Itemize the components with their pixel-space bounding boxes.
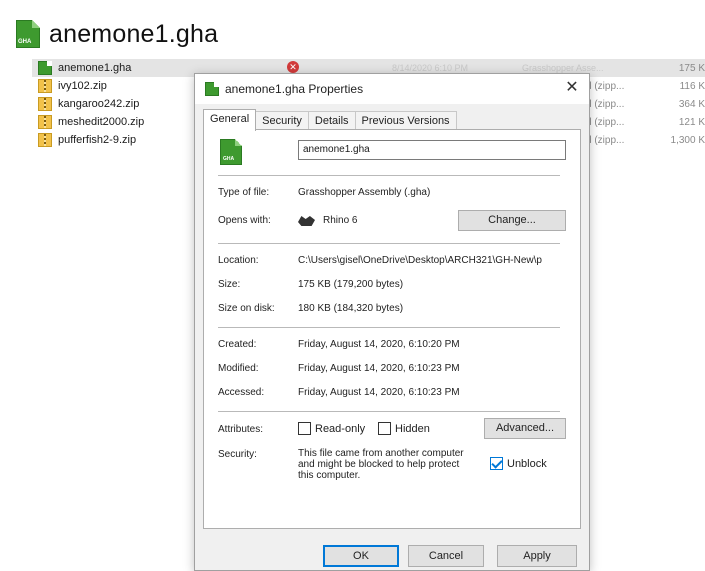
zip-folder-icon	[38, 133, 52, 147]
change-button[interactable]: Change...	[458, 210, 566, 231]
file-name: meshedit2000.zip	[58, 116, 145, 128]
size-on-disk-value: 180 KB (184,320 bytes)	[298, 303, 404, 314]
accessed-label: Accessed:	[218, 387, 265, 398]
file-size: 175 K	[678, 62, 705, 74]
grasshopper-file-icon: GHA	[16, 20, 40, 48]
size-value: 175 KB (179,200 bytes)	[298, 279, 404, 290]
opens-with-value: Rhino 6	[323, 215, 358, 226]
divider	[218, 411, 560, 412]
file-date: 8/14/2020 6:10 PM	[392, 63, 469, 73]
tab-security[interactable]: Security	[255, 111, 309, 130]
security-label: Security:	[218, 449, 257, 460]
checkbox-box[interactable]	[298, 422, 311, 435]
created-value: Friday, August 14, 2020, 6:10:20 PM	[298, 339, 460, 350]
modified-value: Friday, August 14, 2020, 6:10:23 PM	[298, 363, 460, 374]
file-size: 121 K	[678, 116, 705, 128]
divider	[218, 243, 560, 244]
gha-file-icon	[205, 82, 219, 96]
file-type: d (zipp...	[586, 134, 625, 146]
dialog-titlebar[interactable]: anemone1.gha Properties ✕	[195, 74, 589, 104]
file-name: anemone1.gha	[58, 62, 132, 74]
file-type: Grasshopper Asse...	[522, 63, 604, 73]
hidden-label: Hidden	[395, 422, 430, 435]
security-message: This file came from another computer and…	[298, 448, 464, 481]
modified-label: Modified:	[218, 363, 259, 374]
unblock-checkbox[interactable]: Unblock	[490, 457, 547, 470]
cancel-button[interactable]: Cancel	[408, 545, 484, 567]
grasshopper-file-icon: GHA	[220, 139, 242, 165]
security-line-1: This file came from another computer	[298, 448, 464, 459]
file-size: 1,300 K	[670, 134, 705, 146]
size-label: Size:	[218, 279, 241, 290]
zip-folder-icon	[38, 115, 52, 129]
type-value: Grasshopper Assembly (.gha)	[298, 187, 431, 198]
tab-details[interactable]: Details	[307, 111, 356, 130]
security-line-2: and might be blocked to help protect	[298, 459, 460, 470]
file-header: GHA anemone1.gha	[16, 17, 218, 51]
header-title: anemone1.gha	[49, 19, 219, 48]
location-value: C:\Users\gisel\OneDrive\Desktop\ARCH321\…	[298, 255, 542, 266]
size-on-disk-label: Size on disk:	[218, 303, 275, 314]
file-size: 116 K	[679, 80, 705, 92]
properties-dialog: anemone1.gha Properties ✕ General Securi…	[194, 73, 590, 571]
hidden-checkbox[interactable]: Hidden	[378, 422, 430, 435]
zip-folder-icon	[38, 97, 52, 111]
accessed-value: Friday, August 14, 2020, 6:10:23 PM	[298, 387, 460, 398]
tab-general[interactable]: General	[203, 109, 257, 131]
dialog-title: anemone1.gha Properties	[225, 82, 364, 96]
divider	[218, 327, 560, 328]
error-icon: ✕	[287, 61, 299, 73]
gha-file-icon	[38, 61, 52, 75]
file-name: kangaroo242.zip	[58, 98, 140, 110]
security-line-3: this computer.	[298, 470, 361, 481]
location-label: Location:	[218, 255, 259, 266]
advanced-button[interactable]: Advanced...	[484, 418, 566, 439]
checkbox-box[interactable]	[490, 457, 503, 470]
checkbox-box[interactable]	[378, 422, 391, 435]
tab-strip: General Security Details Previous Versio…	[203, 109, 457, 131]
filename-field[interactable]: anemone1.gha	[298, 140, 566, 160]
zip-folder-icon	[38, 79, 52, 93]
attributes-label: Attributes:	[218, 424, 264, 435]
type-label: Type of file:	[218, 187, 270, 198]
file-type: d (zipp...	[586, 116, 625, 128]
file-type: d (zipp...	[586, 80, 625, 92]
opens-with-label: Opens with:	[218, 215, 271, 226]
close-button[interactable]: ✕	[555, 74, 589, 104]
divider	[218, 175, 560, 176]
ok-button[interactable]: OK	[323, 545, 399, 567]
file-name: pufferfish2-9.zip	[58, 134, 137, 146]
file-type: d (zipp...	[586, 98, 625, 110]
file-name: ivy102.zip	[58, 80, 107, 92]
tab-previous-versions[interactable]: Previous Versions	[354, 111, 457, 130]
file-size: 364 K	[678, 98, 705, 110]
general-panel: GHA anemone1.gha Type of file: Grasshopp…	[203, 129, 581, 529]
unblock-label: Unblock	[507, 457, 547, 470]
readonly-label: Read-only	[315, 422, 366, 435]
created-label: Created:	[218, 339, 257, 350]
readonly-checkbox[interactable]: Read-only	[298, 422, 365, 435]
apply-button[interactable]: Apply	[497, 545, 577, 567]
